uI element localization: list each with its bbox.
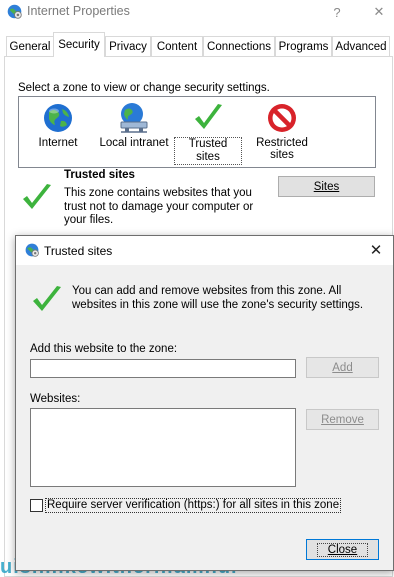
tab-general[interactable]: General: [6, 36, 54, 56]
https-verification-checkbox[interactable]: [30, 499, 43, 512]
tab-label: Content: [156, 40, 198, 53]
tab-content[interactable]: Content: [151, 36, 203, 56]
tab-advanced[interactable]: Advanced: [332, 36, 390, 56]
add-website-label: Add this website to the zone:: [30, 343, 178, 355]
https-verification-label[interactable]: Require server verification (https:) for…: [45, 498, 342, 513]
add-button[interactable]: Add: [306, 357, 379, 378]
close-button-label: Close: [316, 542, 369, 557]
tab-security[interactable]: Security: [53, 32, 105, 57]
close-icon: ✕: [373, 4, 385, 19]
globe-icon: [44, 104, 72, 132]
tab-label: Advanced: [335, 40, 387, 53]
sites-button-label: Sites: [313, 180, 340, 193]
add-button-label: Add: [332, 361, 353, 374]
window-close-button[interactable]: ✕: [364, 0, 394, 24]
https-verification-option[interactable]: Require server verification (https:) for…: [30, 498, 342, 513]
tab-programs[interactable]: Programs: [275, 36, 332, 56]
zone-label: Internet: [38, 137, 78, 149]
add-website-input[interactable]: [30, 359, 296, 378]
tab-label: General: [9, 40, 51, 53]
zone-local-intranet[interactable]: Local intranet: [94, 101, 174, 150]
help-button[interactable]: ?: [322, 0, 352, 24]
checkmark-icon: [195, 104, 222, 129]
trusted-sites-check-icon: [23, 184, 51, 209]
websites-label: Websites:: [30, 393, 81, 405]
tab-label: Security: [58, 39, 100, 51]
zone-label: Local intranet: [99, 137, 169, 149]
tab-connections[interactable]: Connections: [203, 36, 275, 56]
websites-list[interactable]: [30, 408, 296, 487]
dialog-info-text: You can add and remove websites from thi…: [72, 285, 364, 311]
checkmark-icon: [33, 286, 61, 311]
tab-strip: General Security Privacy Content Connect…: [4, 32, 394, 57]
remove-button-label: Remove: [321, 413, 364, 426]
dialog-title: Trusted sites: [44, 244, 113, 258]
internet-properties-icon: [7, 4, 22, 19]
network-globe-icon: [120, 103, 148, 133]
close-icon: ✕: [369, 242, 383, 259]
zone-label-line: Restricted: [256, 137, 308, 149]
tab-label: Connections: [207, 40, 271, 53]
trusted-sites-dialog: Trusted sites ✕ You can add and remove w…: [15, 235, 394, 571]
tab-label: Privacy: [109, 40, 147, 53]
zone-description: This zone contains websites that you tru…: [64, 187, 254, 226]
tab-label: Programs: [278, 40, 329, 53]
zone-label: Trusted sites: [174, 137, 242, 165]
sites-button[interactable]: Sites: [278, 176, 375, 197]
help-icon: ?: [333, 4, 341, 20]
zone-prompt: Select a zone to view or change security…: [18, 82, 270, 94]
remove-button[interactable]: Remove: [306, 409, 379, 430]
dialog-close-button[interactable]: ✕: [363, 238, 389, 262]
zone-restricted-sites[interactable]: Restricted sites: [251, 101, 313, 162]
zone-name: Trusted sites: [64, 169, 135, 181]
dialog-titlebar: Trusted sites ✕: [16, 236, 393, 265]
zone-trusted-sites[interactable]: Trusted sites: [174, 101, 242, 165]
internet-properties-icon: [25, 243, 39, 257]
zone-internet[interactable]: Internet: [33, 101, 83, 150]
no-entry-icon: [268, 104, 296, 132]
zone-label: Restricted sites: [254, 137, 310, 161]
zone-label-line: sites: [270, 149, 294, 161]
window-title: Internet Properties: [27, 4, 130, 18]
tab-privacy[interactable]: Privacy: [105, 36, 151, 56]
window-titlebar: Internet Properties ? ✕: [0, 0, 394, 26]
close-button[interactable]: Close: [306, 539, 379, 560]
zone-list: Internet Local intranet Trusted sites Re…: [18, 96, 376, 168]
